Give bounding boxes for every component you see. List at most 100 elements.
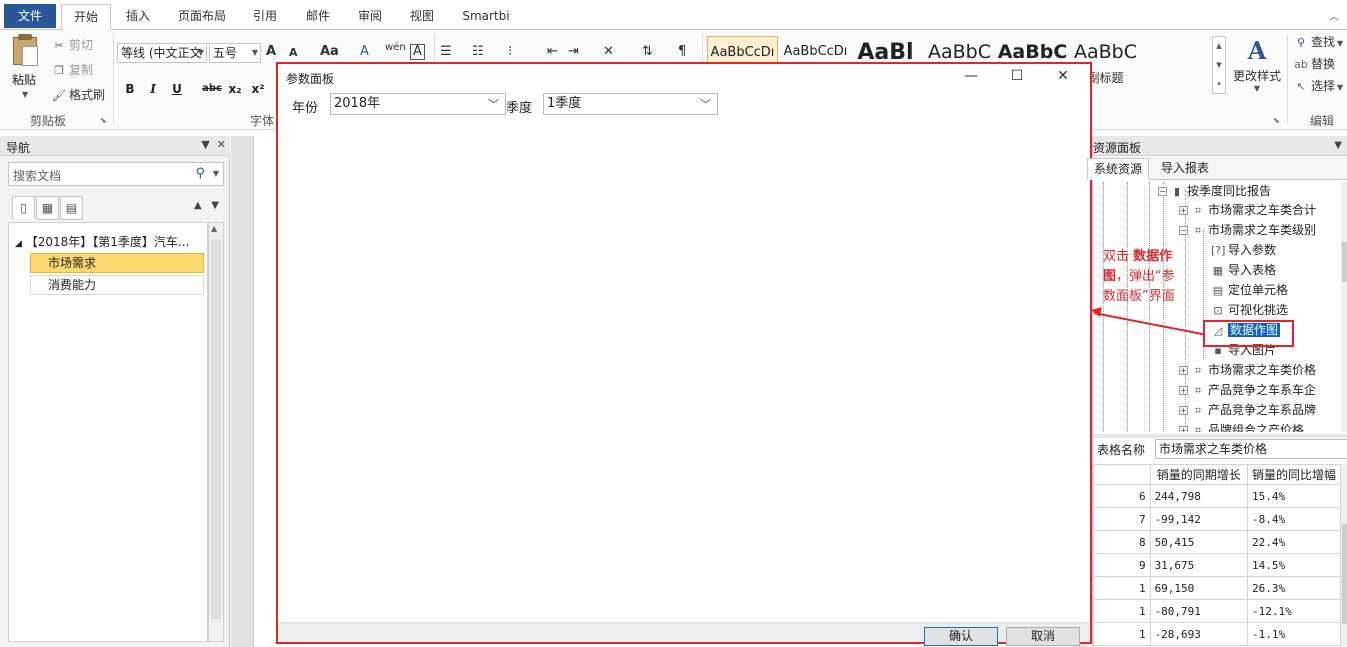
strikethrough-button[interactable]: abc: [200, 83, 224, 94]
tree-item-demand-total[interactable]: + ⌗ 市场需求之车类合计: [1179, 201, 1316, 219]
cancel-button[interactable]: 取消: [1006, 627, 1080, 646]
table-row[interactable]: 9 31,675 14.5%: [1093, 553, 1342, 577]
show-marks-icon[interactable]: ¶: [678, 44, 686, 59]
close-icon[interactable]: ✕: [217, 138, 226, 151]
expand-icon[interactable]: +: [1179, 406, 1188, 415]
collapse-icon[interactable]: ◢: [15, 239, 22, 249]
font-size-combo[interactable]: 五号 ▼: [209, 43, 261, 63]
table-row[interactable]: 1 69,150 26.3%: [1093, 576, 1342, 600]
copy-button[interactable]: ❐ 复制: [52, 60, 93, 80]
numbering-icon[interactable]: ☷: [472, 44, 484, 59]
search-icon[interactable]: ⚲: [195, 166, 205, 181]
tree-item-locate-cell[interactable]: ▤ 定位单元格: [1211, 281, 1288, 299]
maximize-icon[interactable]: ☐: [994, 68, 1040, 84]
collapse-icon[interactable]: −: [1179, 226, 1188, 235]
paste-button[interactable]: 粘贴: [12, 71, 36, 88]
find-button[interactable]: ⚲ 查找 ▼: [1294, 32, 1343, 52]
tab-system-resources[interactable]: 系统资源: [1087, 158, 1150, 180]
confirm-button[interactable]: 确认: [924, 627, 998, 646]
pages-view-icon[interactable]: ▦: [36, 196, 59, 220]
tree-item-visual-pick[interactable]: ⊡ 可视化挑选: [1211, 301, 1288, 319]
nav-root-heading[interactable]: ◢ 【2018年】【第1季度】汽车...: [15, 233, 189, 250]
tab-file[interactable]: 文件: [4, 4, 56, 28]
tree-item-brand-price[interactable]: + ⌗ 品牌组合之产价格: [1179, 421, 1304, 432]
decrease-indent-icon[interactable]: ⇤: [547, 44, 558, 59]
tab-smartbi[interactable]: Smartbi: [455, 4, 517, 30]
bold-button[interactable]: B: [121, 82, 139, 96]
nav-item-market-demand[interactable]: 市场需求: [30, 253, 204, 273]
year-select[interactable]: 2018年 ﹀: [330, 93, 506, 115]
expand-icon[interactable]: +: [1179, 366, 1188, 375]
close-icon[interactable]: ✕: [1040, 68, 1086, 84]
table-row[interactable]: 8 50,415 22.4%: [1093, 530, 1342, 554]
superscript-button[interactable]: x²: [249, 82, 267, 96]
font-name-combo[interactable]: 等线 (中文正文 ▼: [117, 43, 207, 63]
paste-icon[interactable]: [12, 34, 40, 66]
table-name-input[interactable]: 市场需求之车类价格: [1155, 439, 1347, 459]
tree-item-demand-price[interactable]: + ⌗ 市场需求之车类价格: [1179, 361, 1316, 379]
subscript-button[interactable]: x₂: [226, 82, 244, 96]
replace-button[interactable]: ab 替换: [1294, 54, 1335, 74]
grid-scrollbar[interactable]: [1341, 464, 1347, 647]
paste-dropdown-icon[interactable]: ▼: [22, 90, 28, 99]
tab-mailings[interactable]: 邮件: [298, 4, 338, 30]
scroll-down-icon[interactable]: ▼: [1213, 56, 1225, 75]
increase-indent-icon[interactable]: ⇥: [568, 44, 579, 59]
styles-gallery-scroll[interactable]: ▲ ▼ ▾: [1212, 36, 1226, 94]
character-border-icon[interactable]: A: [410, 44, 425, 60]
tree-item-import-table[interactable]: ▦ 导入表格: [1211, 261, 1276, 279]
styles-launcher-icon[interactable]: ⬊: [1273, 116, 1280, 125]
headings-view-icon[interactable]: ▯: [12, 196, 35, 220]
clear-format-icon[interactable]: A: [360, 44, 369, 59]
scroll-up-icon[interactable]: ▲: [211, 224, 217, 233]
clipboard-launcher-icon[interactable]: ⬊: [100, 116, 107, 125]
table-row[interactable]: 1 -28,693 -1.1%: [1093, 622, 1342, 646]
change-case-icon[interactable]: Aa: [320, 44, 339, 59]
collapse-ribbon-icon[interactable]: ︿: [1329, 8, 1339, 23]
scroll-up-icon[interactable]: ▲: [1213, 37, 1225, 56]
tab-layout[interactable]: 页面布局: [170, 4, 234, 30]
tab-view[interactable]: 视图: [402, 4, 442, 30]
expand-icon[interactable]: +: [1179, 386, 1188, 395]
chinese-layout-icon[interactable]: ✕: [603, 44, 614, 59]
format-painter-button[interactable]: 🖌 格式刷: [52, 85, 105, 105]
splitter[interactable]: [1093, 434, 1347, 438]
tree-item-competition-brands[interactable]: + ⌗ 产品竞争之车系品牌: [1179, 401, 1316, 419]
tab-review[interactable]: 审阅: [350, 4, 390, 30]
tab-home[interactable]: 开始: [61, 4, 111, 31]
shrink-font-icon[interactable]: A: [289, 46, 298, 59]
nav-item-consumption-ability[interactable]: 消费能力: [30, 275, 204, 295]
phonetic-guide-icon[interactable]: wén: [385, 42, 406, 53]
nav-scrollbar[interactable]: ▲: [208, 222, 224, 642]
collapse-icon[interactable]: −: [1158, 187, 1167, 196]
minimize-icon[interactable]: —: [948, 68, 994, 84]
sort-icon[interactable]: ⇅: [642, 44, 653, 59]
chevron-down-icon[interactable]: ▼: [1334, 140, 1342, 151]
change-styles-button[interactable]: A 更改样式 ▼: [1230, 36, 1284, 93]
resource-tree-scrollbar[interactable]: [1341, 182, 1347, 432]
chevron-down-icon[interactable]: ▼: [213, 169, 219, 178]
grow-font-icon[interactable]: A: [266, 44, 276, 59]
tab-references[interactable]: 引用: [245, 4, 285, 30]
more-styles-icon[interactable]: ▾: [1213, 75, 1225, 94]
table-row[interactable]: 1 -80,791 -12.1%: [1093, 599, 1342, 623]
cut-button[interactable]: ✂ 剪切: [52, 35, 93, 55]
tree-item-quarterly-report[interactable]: − ▮ 按季度同比报告: [1158, 182, 1271, 200]
previous-heading-icon[interactable]: ▲: [194, 200, 202, 211]
table-row[interactable]: 7 -99,142 -8.4%: [1093, 507, 1342, 531]
next-heading-icon[interactable]: ▼: [211, 200, 219, 211]
tab-insert[interactable]: 插入: [118, 4, 158, 30]
expand-icon[interactable]: +: [1179, 426, 1188, 432]
tree-item-import-params[interactable]: [?] 导入参数: [1211, 241, 1276, 259]
select-button[interactable]: ↖ 选择 ▼: [1294, 76, 1343, 96]
tree-item-demand-level[interactable]: − ⌗ 市场需求之车类级别: [1179, 221, 1316, 239]
tab-import-reports[interactable]: 导入报表: [1155, 158, 1215, 180]
underline-button[interactable]: U: [168, 82, 186, 96]
nav-search-input[interactable]: 搜索文档 ⚲ ▼: [8, 162, 224, 186]
italic-button[interactable]: I: [144, 82, 162, 96]
bullets-icon[interactable]: ☰: [440, 44, 452, 59]
table-row[interactable]: 6 244,798 15.4%: [1093, 484, 1342, 508]
multilevel-list-icon[interactable]: ⁝: [508, 44, 512, 59]
tree-item-competition-makers[interactable]: + ⌗ 产品竞争之车系车企: [1179, 381, 1316, 399]
results-view-icon[interactable]: ▤: [60, 196, 83, 220]
